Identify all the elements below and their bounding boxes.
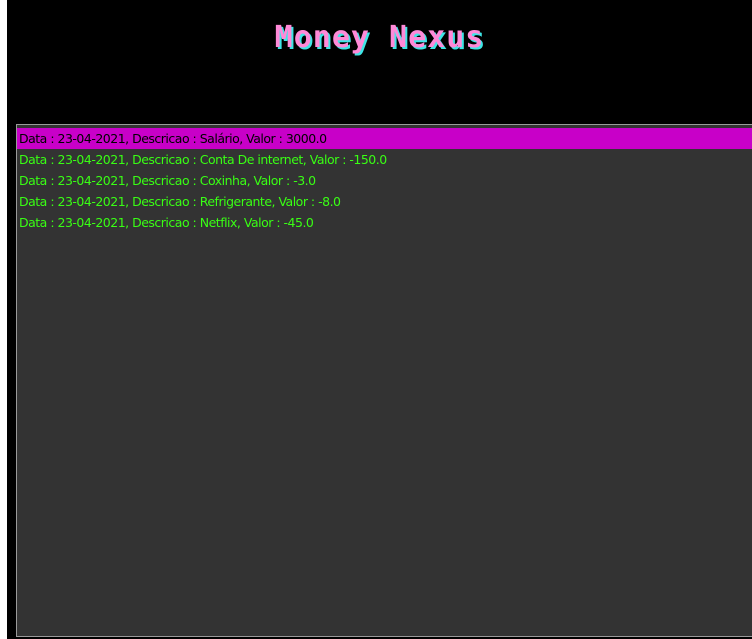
app-window: Money Nexus Data : 23-04-2021, Descricao… xyxy=(7,0,752,639)
list-item[interactable]: Data : 23-04-2021, Descricao : Conta De … xyxy=(17,149,752,170)
list-item[interactable]: Data : 23-04-2021, Descricao : Netflix, … xyxy=(17,212,752,233)
transaction-list[interactable]: Data : 23-04-2021, Descricao : Salário, … xyxy=(16,124,752,637)
list-item[interactable]: Data : 23-04-2021, Descricao : Refrigera… xyxy=(17,191,752,212)
list-item[interactable]: Data : 23-04-2021, Descricao : Coxinha, … xyxy=(17,170,752,191)
list-item[interactable]: Data : 23-04-2021, Descricao : Salário, … xyxy=(17,128,752,149)
app-title: Money Nexus xyxy=(274,20,485,55)
